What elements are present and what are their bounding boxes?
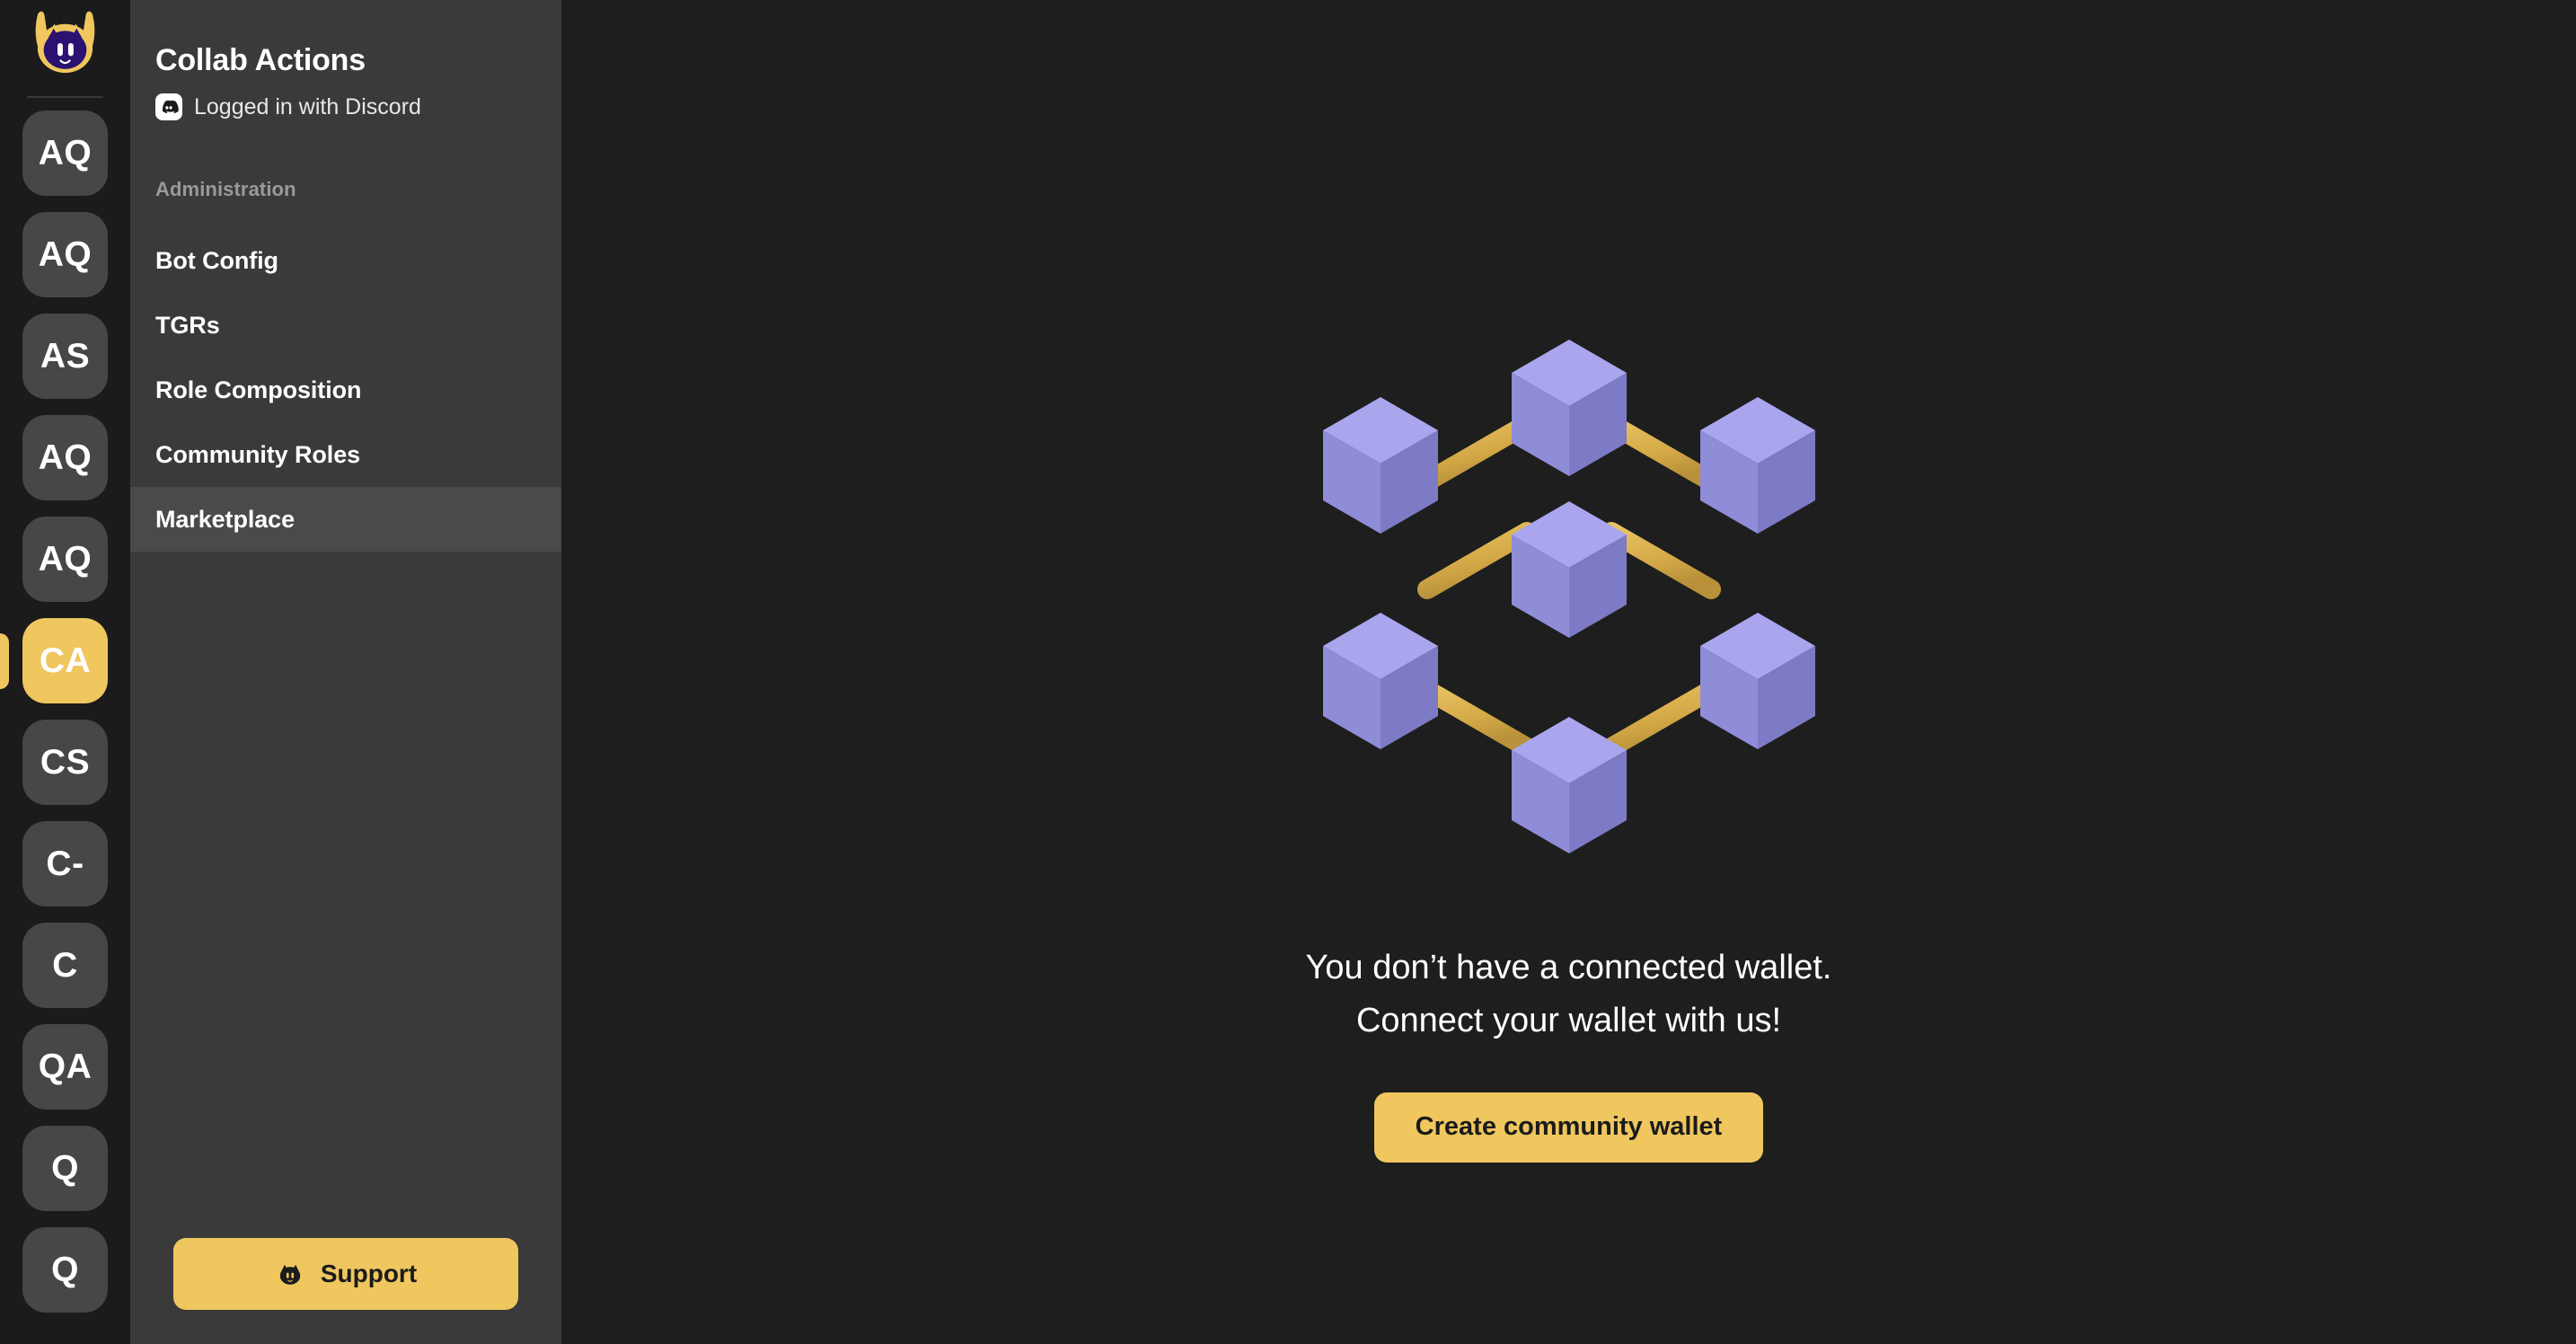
nav-item-label: Marketplace <box>155 505 295 533</box>
nav-item-bot-config[interactable]: Bot Config <box>130 228 561 293</box>
support-button-label: Support <box>320 1260 418 1287</box>
blockchain-network-illustration <box>1322 340 1815 853</box>
nav-item-community-roles[interactable]: Community Roles <box>130 422 561 487</box>
rail-tile-label: C <box>22 923 108 1008</box>
rail-tile-label: C- <box>22 821 108 906</box>
empty-state-line-2: Connect your wallet with us! <box>1355 1001 1782 1039</box>
rail-tile-label: Q <box>22 1227 108 1313</box>
nav-item-label: TGRs <box>155 311 220 339</box>
nav-header: Collab Actions Logged in with Discord <box>130 0 561 120</box>
rail-item-aq-3[interactable]: AQ <box>0 415 130 500</box>
nav-item-label: Community Roles <box>155 440 361 468</box>
rail-item-q-11[interactable]: Q <box>0 1227 130 1313</box>
main-content: You don’t have a connected wallet. Conne… <box>561 0 2576 1344</box>
rail-tile-label: Q <box>22 1126 108 1211</box>
rail-tile-label: CS <box>22 720 108 805</box>
rail-tile-label: QA <box>22 1024 108 1110</box>
login-status: Logged in with Discord <box>155 93 561 120</box>
nav-item-label: Bot Config <box>155 246 278 274</box>
rail-item-c-8[interactable]: C <box>0 923 130 1008</box>
empty-state-line-1: You don’t have a connected wallet. <box>1305 949 1832 986</box>
rail-tile-label: AQ <box>22 517 108 602</box>
rail-item-aq-0[interactable]: AQ <box>0 111 130 196</box>
rail-item-aq-1[interactable]: AQ <box>0 212 130 297</box>
create-community-wallet-button[interactable]: Create community wallet <box>1373 1092 1764 1163</box>
rail-item-list: AQ AQ AS AQ AQ CA CS C- C QA Q Q <box>0 111 130 1313</box>
empty-state-message: You don’t have a connected wallet. Conne… <box>1306 942 1832 1048</box>
rail-item-c-7[interactable]: C- <box>0 821 130 906</box>
login-status-text: Logged in with Discord <box>194 93 421 119</box>
nav-section-label: Administration <box>155 178 296 200</box>
discord-icon <box>155 93 182 120</box>
support-button[interactable]: Support <box>173 1238 518 1310</box>
nav-item-role-composition[interactable]: Role Composition <box>130 358 561 422</box>
nav-item-marketplace[interactable]: Marketplace <box>130 487 561 552</box>
rail-tile-label: AQ <box>22 111 108 196</box>
rail-tile-label: AQ <box>22 415 108 500</box>
rail-tile-label: CA <box>22 618 108 703</box>
rail-item-q-10[interactable]: Q <box>0 1126 130 1211</box>
rail-item-ca-5[interactable]: CA <box>0 618 130 703</box>
rail-item-as-2[interactable]: AS <box>0 314 130 399</box>
community-rail: AQ AQ AS AQ AQ CA CS C- C QA Q Q <box>0 0 130 1344</box>
collabland-mascot-logo[interactable] <box>27 7 103 84</box>
rail-item-cs-6[interactable]: CS <box>0 720 130 805</box>
rail-item-aq-4[interactable]: AQ <box>0 517 130 602</box>
nav-item-list: Bot Config TGRs Role Composition Community … <box>130 228 561 552</box>
rail-tile-label: AQ <box>22 212 108 297</box>
rail-tile-label: AS <box>22 314 108 399</box>
nav-panel: Collab Actions Logged in with Discord Ad… <box>130 0 561 1344</box>
rail-item-qa-9[interactable]: QA <box>0 1024 130 1110</box>
collabland-mascot-icon <box>279 1264 301 1285</box>
app-root: AQ AQ AS AQ AQ CA CS C- C QA Q Q Collab Actions Log… <box>0 0 2576 1344</box>
rail-divider <box>27 96 103 98</box>
nav-item-tgrs[interactable]: TGRs <box>130 293 561 358</box>
rail-active-indicator <box>0 632 9 689</box>
nav-item-label: Role Composition <box>155 376 362 403</box>
support-area: Support <box>130 1238 561 1344</box>
empty-state: You don’t have a connected wallet. Conne… <box>561 270 2576 1163</box>
page-title: Collab Actions <box>155 43 366 77</box>
